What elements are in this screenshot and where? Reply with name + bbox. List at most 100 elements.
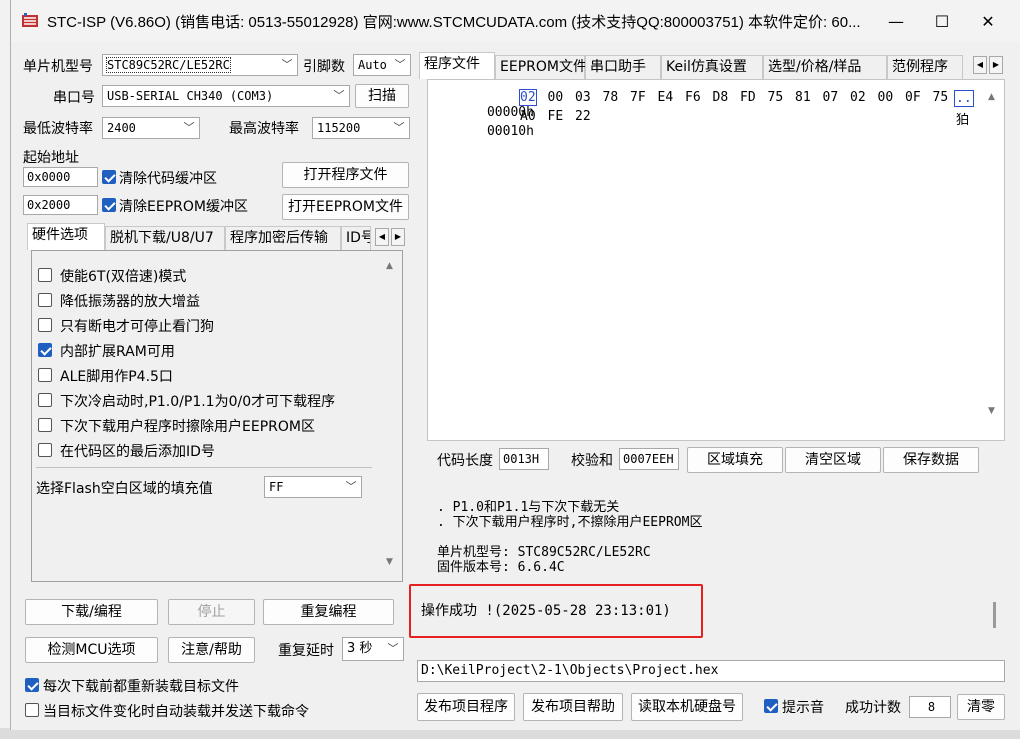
- option-checkbox[interactable]: [38, 418, 52, 432]
- minimize-button[interactable]: —: [873, 0, 919, 42]
- tab-scroll-left-icon[interactable]: ◀: [375, 228, 389, 246]
- hex-byte[interactable]: 03: [575, 90, 591, 105]
- hex-byte[interactable]: 75: [768, 90, 784, 105]
- scan-button[interactable]: 扫描: [355, 84, 409, 108]
- scroll-up-icon[interactable]: ▲: [988, 92, 995, 102]
- option-checkbox[interactable]: [38, 293, 52, 307]
- hex-byte[interactable]: F6: [685, 90, 701, 105]
- check-mcu-options-button[interactable]: 检测MCU选项: [25, 637, 158, 663]
- tab-id-number[interactable]: ID号: [341, 226, 371, 250]
- hex-byte[interactable]: FD: [740, 90, 756, 105]
- hex-byte[interactable]: D8: [713, 90, 729, 105]
- max-baud-select[interactable]: 115200 ﹀: [312, 117, 410, 139]
- scroll-down-icon[interactable]: ▼: [988, 406, 995, 416]
- save-data-button[interactable]: 保存数据: [883, 447, 979, 473]
- hex-byte[interactable]: 7F: [630, 90, 646, 105]
- checksum-label: 校验和: [571, 453, 613, 469]
- hex-byte[interactable]: 75: [933, 90, 949, 105]
- option-checkbox[interactable]: [38, 268, 52, 282]
- window-title: STC-ISP (V6.86O) (销售电话: 0513-55012928) 官…: [47, 14, 861, 31]
- hex-bytes-row-0[interactable]: 02 00 03 78 7F E4 F6 D8 FD 75 81 07 02 00 0F 75: [518, 89, 958, 108]
- hex-byte[interactable]: 00: [548, 90, 564, 105]
- hex-editor[interactable]: 00000h 02 00 03 78 7F E4 F6 D8 FD 75 81 07 02 00 0F 75 …: [427, 79, 1005, 441]
- fill-value-select[interactable]: FF ﹀: [264, 476, 362, 498]
- pin-count-select[interactable]: Auto ﹀: [353, 54, 411, 76]
- repeat-program-button[interactable]: 重复编程: [263, 599, 394, 625]
- reload-before-download-label: 每次下载前都重新装载目标文件: [43, 679, 239, 695]
- options-scrollbar[interactable]: ▲ ▼: [382, 255, 400, 577]
- hex-byte[interactable]: A0: [520, 109, 536, 124]
- hex-byte[interactable]: 22: [575, 109, 591, 124]
- scroll-down-icon[interactable]: ▼: [386, 557, 393, 567]
- clear-code-buffer-checkbox[interactable]: [102, 170, 116, 184]
- hex-byte[interactable]: 81: [795, 90, 811, 105]
- tab-encrypted-transfer[interactable]: 程序加密后传输: [225, 226, 341, 250]
- hex-bytes-row-1[interactable]: A0 FE 22: [518, 109, 958, 127]
- scroll-up-icon[interactable]: ▲: [386, 261, 393, 271]
- mcu-type-select[interactable]: STC89C52RC/LE52RC ﹀: [102, 54, 298, 76]
- tab-keil-sim-settings[interactable]: Keil仿真设置: [661, 55, 763, 79]
- tab-serial-assistant[interactable]: 串口助手: [585, 55, 661, 79]
- min-baud-select[interactable]: 2400 ﹀: [102, 117, 200, 139]
- hex-byte[interactable]: 78: [603, 90, 619, 105]
- eeprom-start-address-input[interactable]: 0x2000: [23, 195, 98, 215]
- hex-byte[interactable]: E4: [658, 90, 674, 105]
- beep-checkbox[interactable]: [764, 699, 778, 713]
- open-eeprom-file-button[interactable]: 打开EEPROM文件: [282, 194, 409, 220]
- hex-byte[interactable]: 02: [519, 89, 537, 106]
- code-length-value: 0013H: [499, 448, 549, 470]
- tab-scroll-right-icon[interactable]: ▶: [989, 56, 1003, 74]
- hex-byte[interactable]: 07: [823, 90, 839, 105]
- option-checkbox[interactable]: [38, 443, 52, 457]
- option-checkbox[interactable]: [38, 368, 52, 382]
- chevron-down-icon: ﹀: [333, 89, 345, 102]
- publish-help-button[interactable]: 发布项目帮助: [523, 693, 623, 721]
- tab-selection-price[interactable]: 选型/价格/样品: [763, 55, 887, 79]
- hex-byte[interactable]: 0F: [905, 90, 921, 105]
- clear-area-button[interactable]: 清空区域: [785, 447, 881, 473]
- title-bar[interactable]: STC-ISP (V6.86O) (销售电话: 0513-55012928) 官…: [11, 0, 1020, 42]
- hex-byte[interactable]: FE: [548, 109, 564, 124]
- option-label: 在代码区的最后添加ID号: [60, 444, 215, 460]
- mcu-type-label: 单片机型号: [23, 59, 93, 75]
- option-checkbox[interactable]: [38, 343, 52, 357]
- tab-scroll-right-icon[interactable]: ▶: [391, 228, 405, 246]
- serial-port-select[interactable]: USB-SERIAL CH340 (COM3) ﹀: [102, 85, 350, 107]
- hex-byte[interactable]: 02: [850, 90, 866, 105]
- tab-hardware-options[interactable]: 硬件选项: [27, 223, 105, 250]
- open-program-file-button[interactable]: 打开程序文件: [282, 162, 409, 188]
- repeat-delay-label: 重复延时: [278, 643, 334, 659]
- repeat-delay-select[interactable]: 3 秒 ﹀: [342, 637, 404, 661]
- option-checkbox[interactable]: [38, 393, 52, 407]
- clear-code-buffer-label: 清除代码缓冲区: [119, 171, 217, 187]
- code-start-address-input[interactable]: 0x0000: [23, 167, 98, 187]
- tab-scroll-left-icon[interactable]: ◀: [973, 56, 987, 74]
- log-scroll-thumb[interactable]: [993, 602, 996, 628]
- option-checkbox[interactable]: [38, 318, 52, 332]
- reset-count-button[interactable]: 清零: [957, 694, 1005, 720]
- download-program-button[interactable]: 下载/编程: [25, 599, 158, 625]
- publish-project-button[interactable]: 发布项目程序: [417, 693, 515, 721]
- repeat-delay-value: 3 秒: [347, 641, 373, 656]
- maximize-button[interactable]: ☐: [919, 0, 965, 42]
- tab-sample-programs[interactable]: 范例程序: [887, 55, 963, 79]
- read-disk-id-button[interactable]: 读取本机硬盘号: [631, 693, 743, 721]
- tab-eeprom-file[interactable]: EEPROM文件: [495, 55, 587, 79]
- reload-before-download-checkbox[interactable]: [25, 678, 39, 692]
- option-label: 下次冷启动时,P1.0/P1.1为0/0才可下载程序: [60, 394, 336, 410]
- max-baud-label: 最高波特率: [229, 121, 299, 137]
- notes-help-button[interactable]: 注意/帮助: [168, 637, 255, 663]
- clear-eeprom-buffer-label: 清除EEPROM缓冲区: [119, 199, 248, 215]
- close-button[interactable]: ✕: [965, 0, 1011, 42]
- checksum-value: 0007EEH: [619, 448, 679, 470]
- tab-offline-download[interactable]: 脱机下载/U8/U7: [105, 226, 225, 250]
- hex-ascii: ..: [954, 90, 974, 107]
- clear-eeprom-buffer-checkbox[interactable]: [102, 198, 116, 212]
- beep-label: 提示音: [782, 700, 824, 716]
- auto-load-checkbox[interactable]: [25, 703, 39, 717]
- stop-button[interactable]: 停止: [168, 599, 255, 625]
- fill-area-button[interactable]: 区域填充: [687, 447, 783, 473]
- tab-program-file[interactable]: 程序文件: [419, 52, 495, 79]
- hex-byte[interactable]: 00: [878, 90, 894, 105]
- hex-scrollbar[interactable]: ▲ ▼: [984, 86, 1002, 436]
